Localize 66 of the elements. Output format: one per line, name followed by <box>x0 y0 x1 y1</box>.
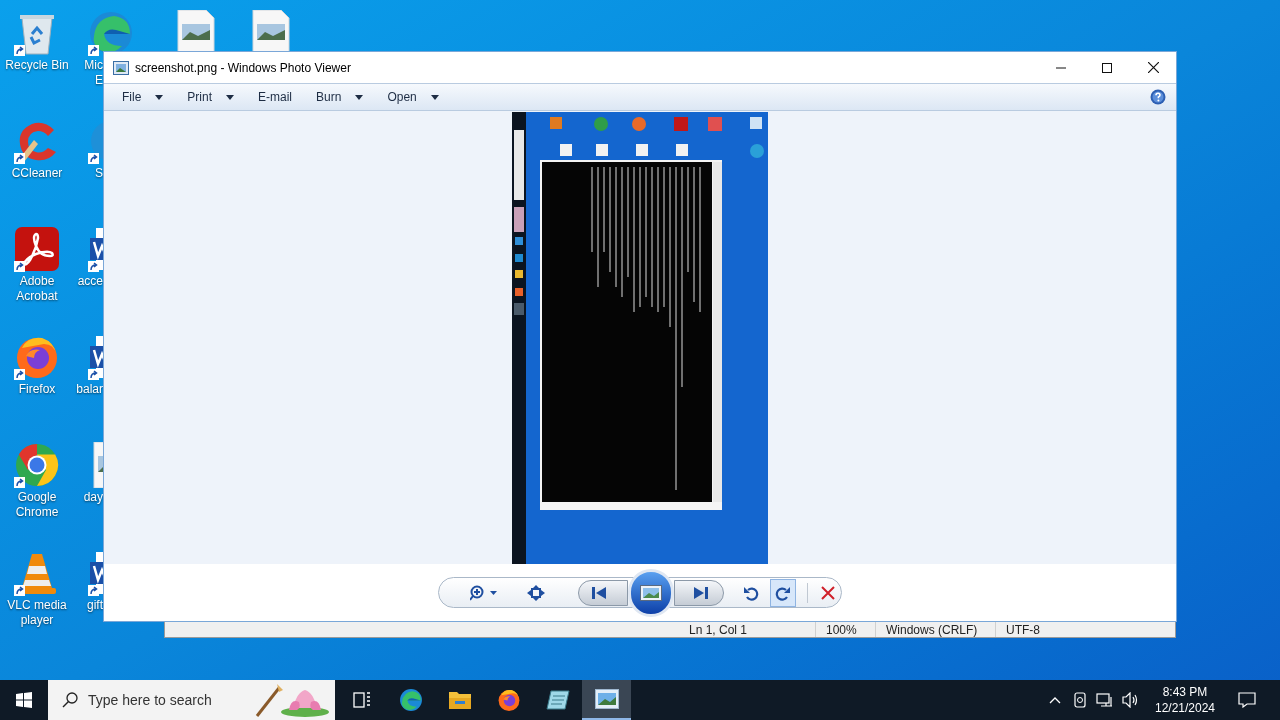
photo-viewer-icon <box>594 689 619 709</box>
desktop-icon-label[interactable]: day <box>83 490 103 505</box>
lotus-flower-icon <box>253 682 331 718</box>
taskbar-app-button[interactable] <box>582 680 631 720</box>
app-icon <box>113 60 129 75</box>
desktop-icon-label[interactable]: Google Chrome <box>15 490 59 520</box>
slideshow-button[interactable] <box>627 568 674 617</box>
shortcut-arrow-icon <box>88 369 99 380</box>
chevron-up-icon[interactable] <box>1049 696 1061 704</box>
chrome-icon <box>14 442 60 488</box>
folder-icon <box>447 690 472 710</box>
network-icon[interactable] <box>1096 692 1114 708</box>
acrobat-icon <box>14 226 60 272</box>
desktop-icon-label[interactable]: balar <box>76 382 103 397</box>
shortcut-arrow-icon <box>14 585 25 596</box>
next-button[interactable] <box>673 579 724 606</box>
shortcut-arrow-icon <box>88 153 99 164</box>
windows-logo-icon <box>16 692 32 708</box>
desktop-icon-label[interactable]: Firefox <box>18 382 56 397</box>
shortcut-arrow-icon <box>14 45 25 56</box>
shortcut-arrow-icon <box>88 261 99 272</box>
shortcut-arrow-icon <box>14 369 25 380</box>
search-icon <box>62 692 78 708</box>
rotate-left-icon <box>743 584 760 601</box>
delete-icon <box>820 585 835 600</box>
notification-icon[interactable] <box>1238 692 1256 708</box>
rotate-right-button[interactable] <box>770 579 796 606</box>
menu-button[interactable]: File <box>112 85 174 109</box>
search-box[interactable]: Type here to search <box>48 680 335 720</box>
desktop-icon-label[interactable]: Adobe Acrobat <box>16 274 58 304</box>
next-icon <box>692 585 709 600</box>
menu-button[interactable]: Open <box>377 85 449 109</box>
device-icon[interactable] <box>1073 692 1087 708</box>
dropdown-caret-icon <box>155 94 164 100</box>
notepad-icon <box>544 689 571 711</box>
close-icon <box>1147 62 1159 73</box>
desktop-icon-label[interactable]: VLC media player <box>7 598 67 628</box>
menu-button[interactable]: Print <box>177 85 245 109</box>
shortcut-arrow-icon <box>14 261 25 272</box>
previous-icon <box>590 585 607 600</box>
shortcut-arrow-icon <box>14 477 25 488</box>
search-input[interactable]: Type here to search <box>88 689 268 711</box>
edge-icon <box>398 688 423 712</box>
desktop-icon-label[interactable]: Recycle Bin <box>5 58 69 73</box>
shortcut-arrow-icon <box>88 45 99 56</box>
desktop-icon-label[interactable]: Mic E <box>84 58 103 88</box>
desktop-icon-label[interactable]: gift <box>87 598 103 613</box>
slideshow-icon <box>639 584 662 601</box>
desktop-icon-label[interactable]: CCleaner <box>11 166 63 181</box>
fit-to-window-icon <box>527 584 546 601</box>
status-text: Ln 1, Col 1 <box>688 622 749 637</box>
clock[interactable]: 8:43 PM 12/21/2024 <box>1154 684 1216 716</box>
desktop-icon-label[interactable]: S <box>95 166 103 181</box>
shortcut-arrow-icon <box>14 153 25 164</box>
menu-button[interactable]: Burn <box>306 85 374 109</box>
previous-button[interactable] <box>577 579 628 606</box>
shortcut-arrow-icon <box>88 585 99 596</box>
firefox-icon <box>496 688 521 712</box>
task-view-icon <box>351 691 372 709</box>
maximize-icon <box>1102 62 1112 73</box>
desktop-icon-label[interactable]: acce <box>77 274 103 289</box>
window-title: screenshot.png - Windows Photo Viewer <box>135 59 351 77</box>
zoom-icon <box>470 584 499 601</box>
menu-button[interactable]: E-mail <box>248 85 303 109</box>
speaker-icon[interactable] <box>1122 692 1140 708</box>
help-icon[interactable] <box>1150 89 1166 105</box>
